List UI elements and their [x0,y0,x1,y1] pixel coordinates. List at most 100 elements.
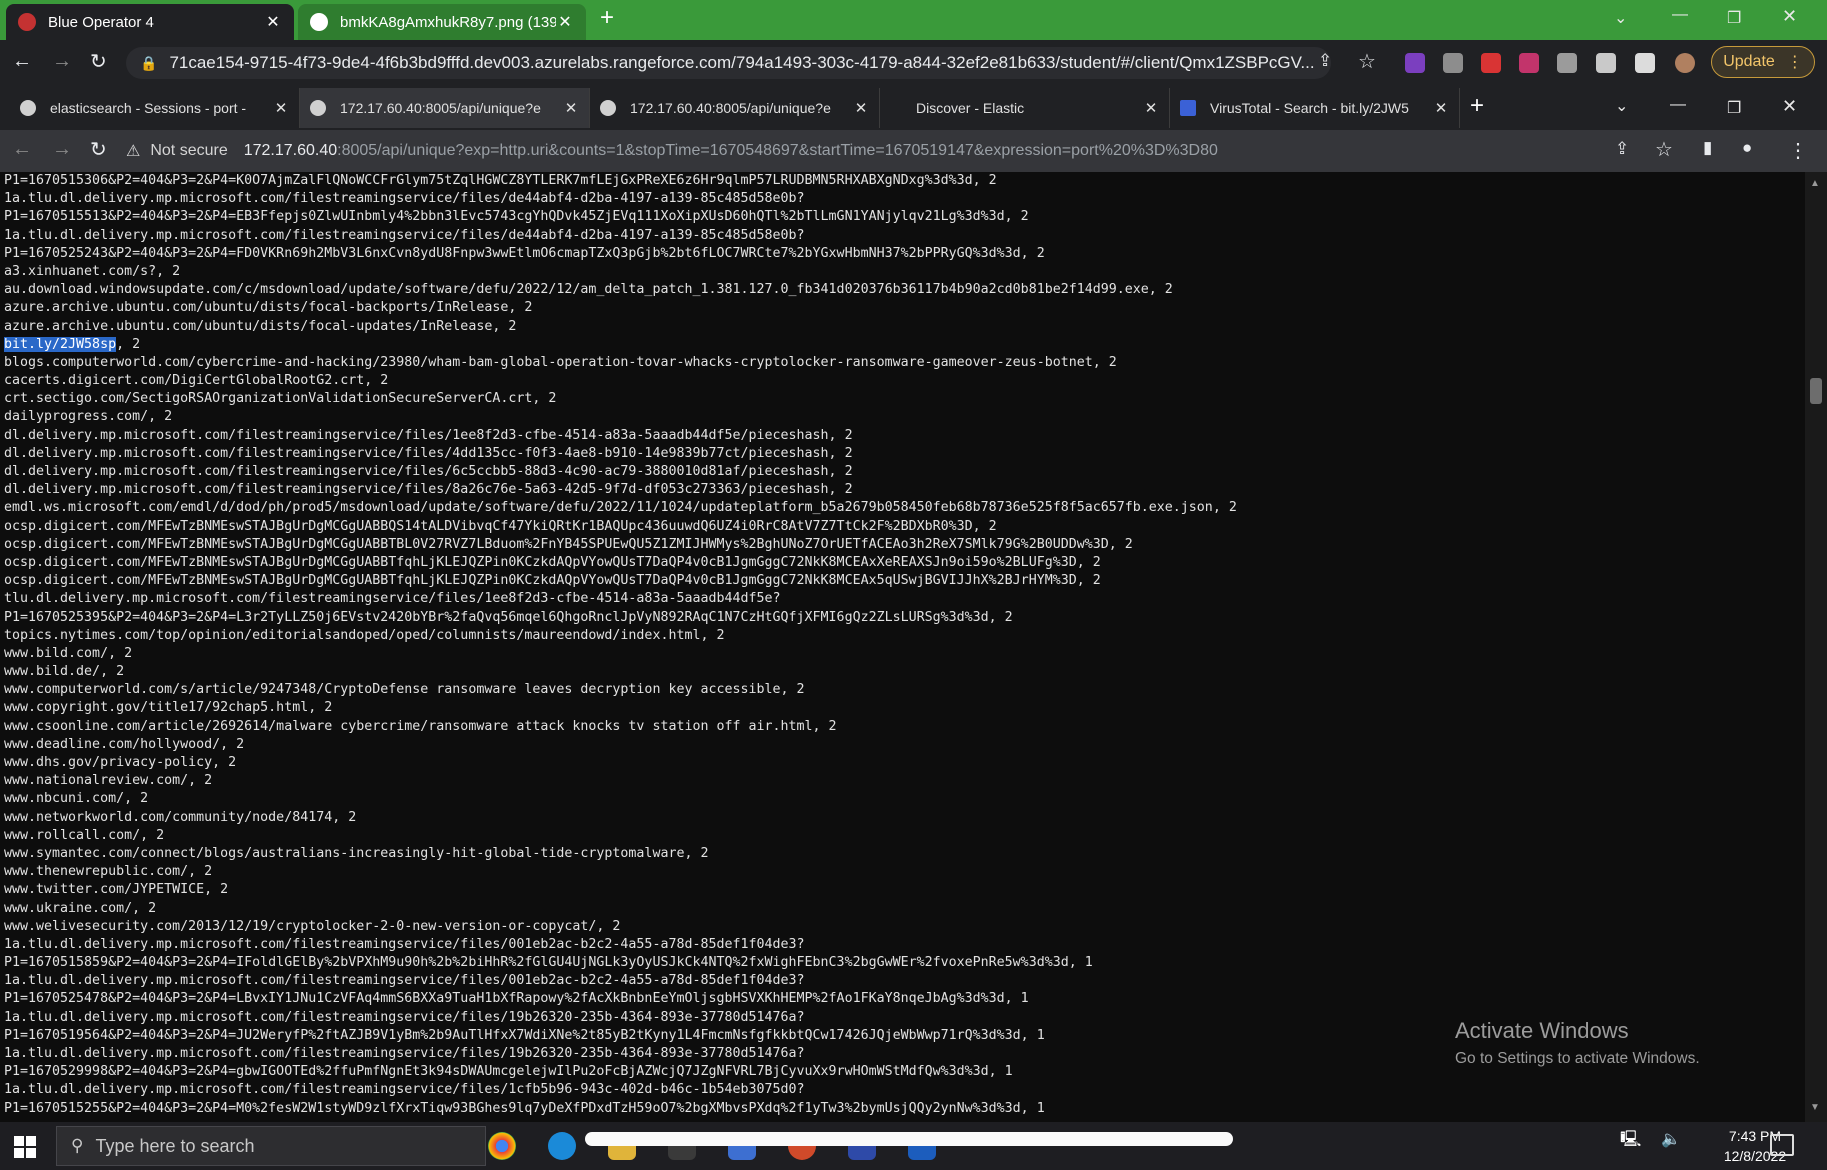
result-line: dl.delivery.mp.microsoft.com/filestreami… [4,482,853,498]
minimize-icon[interactable]: — [1672,6,1688,24]
new-tab-icon[interactable]: + [600,4,614,32]
watermark-title: Activate Windows [1455,1018,1629,1043]
reload-icon[interactable]: ↻ [90,49,107,74]
result-line: 1a.tlu.dl.delivery.mp.microsoft.com/file… [4,1082,805,1098]
chevron-down-icon[interactable]: ⌄ [1614,8,1627,28]
avatar[interactable] [1675,53,1695,73]
outer-tab-blue-operator[interactable]: Blue Operator 4 ✕ [6,4,294,40]
result-line: ocsp.digicert.com/MFEwTzBNMEswSTAJBgUrDg… [4,573,1101,589]
scroll-down-icon[interactable]: ▼ [1810,1102,1820,1113]
inner-address-bar[interactable]: ⚠ Not secure 172.17.60.40 :8005/api/uniq… [126,135,1686,167]
globe-icon [310,100,326,116]
result-line: www.welivesecurity.com/2013/12/19/crypto… [4,918,621,934]
back-icon[interactable]: ← [12,138,32,161]
result-line: bit.ly/2JW58sp, 2 [4,336,1237,354]
close-icon[interactable]: ✕ [273,99,289,117]
result-line: www.networkworld.com/community/node/8417… [4,809,357,825]
search-icon: ⚲ [71,1136,84,1155]
bookmark-star-icon[interactable]: ☆ [1655,137,1673,162]
edge-icon[interactable] [548,1132,576,1160]
close-window-icon[interactable]: ✕ [1782,6,1797,27]
close-icon[interactable]: ✕ [556,12,574,32]
result-line: www.nationalreview.com/, 2 [4,773,213,789]
inner-tab-title: elasticsearch - Sessions - port - [50,100,247,116]
result-line: P1=1670515859&P2=404&P3=2&P4=IFoldlGElBy… [4,955,1093,971]
chrome-icon[interactable] [488,1132,516,1160]
url-path: :8005/api/unique?exp=http.uri&counts=1&s… [337,142,1218,159]
side-panel-icon[interactable] [1635,53,1655,73]
puzzle-icon[interactable] [1596,53,1616,73]
windows-start-icon[interactable] [14,1136,36,1158]
outer-tab-image[interactable]: bmkKA8gAmxhukR8y7.png (139 ✕ [298,4,586,40]
result-line: azure.archive.ubuntu.com/ubuntu/dists/fo… [4,318,517,334]
watermark-subtitle: Go to Settings to activate Windows. [1455,1050,1700,1067]
extension-icon[interactable] [1443,53,1463,73]
outer-address-bar[interactable]: 🔒 71cae154-9715-4f73-9de4-4f6b3bd9fffd.d… [126,47,1331,79]
scroll-thumb[interactable] [1810,378,1822,404]
result-line: blogs.computerworld.com/cybercrime-and-h… [4,354,1117,370]
result-line: P1=1670515306&P2=404&P3=2&P4=K0O7AjmZalF… [4,173,997,188]
close-icon[interactable]: ✕ [563,99,579,117]
inner-tab-discover-elastic[interactable]: Discover - Elastic ✕ [880,88,1170,128]
forward-icon[interactable]: → [52,50,72,73]
result-line: 1a.tlu.dl.delivery.mp.microsoft.com/file… [4,1046,805,1061]
close-icon[interactable]: ✕ [1143,99,1159,117]
url-host: 172.17.60.40 [243,142,338,159]
more-vert-icon[interactable]: ⋮ [1788,138,1808,163]
share-icon[interactable]: ⇪ [1615,139,1629,159]
minimize-icon[interactable]: — [1670,96,1686,114]
extension-icon[interactable] [1481,53,1501,73]
bookmark-star-icon[interactable]: ☆ [1358,49,1376,74]
result-line: www.computerworld.com/s/article/9247348/… [4,682,805,698]
reload-icon[interactable]: ↻ [90,137,107,162]
chevron-down-icon[interactable]: ⌄ [1615,96,1628,116]
scrollbar[interactable]: ▲ ▼ [1805,172,1827,1122]
new-tab-icon[interactable]: + [1470,92,1484,120]
extension-icon[interactable] [1405,53,1425,73]
result-line: 1a.tlu.dl.delivery.mp.microsoft.com/file… [4,227,805,243]
notification-icon[interactable] [1770,1134,1794,1156]
result-line: www.bild.de/, 2 [4,664,125,680]
inner-tab-title: VirusTotal - Search - bit.ly/2JW5 [1210,100,1409,116]
forward-icon[interactable]: → [52,138,72,161]
inner-tab-elasticsearch[interactable]: elasticsearch - Sessions - port - ✕ [10,88,300,128]
result-line: P1=1670519564&P2=404&P3=2&P4=JU2WeryfP%2… [4,1027,1045,1043]
network-icon[interactable]: 🖳 [1620,1131,1641,1148]
inner-tab-virustotal[interactable]: VirusTotal - Search - bit.ly/2JW5 ✕ [1170,88,1460,128]
more-vert-icon: ⋮ [1786,54,1803,71]
result-line: dl.delivery.mp.microsoft.com/filestreami… [4,427,853,443]
taskbar-search-input[interactable]: ⚲ Type here to search [56,1126,486,1166]
not-secure-label: Not secure [150,142,228,159]
result-line: ocsp.digicert.com/MFEwTzBNMEswSTAJBgUrDg… [4,554,1101,570]
system-tray: 🖳 🔈 [1620,1128,1681,1155]
volume-icon[interactable]: 🔈 [1661,1131,1681,1148]
outer-tab-title: Blue Operator 4 [48,13,154,31]
scroll-up-icon[interactable]: ▲ [1810,178,1820,189]
back-icon[interactable]: ← [12,50,32,73]
result-line: www.copyright.gov/title17/92chap5.html, … [4,700,333,716]
inner-tab-unique-2[interactable]: 172.17.60.40:8005/api/unique?e ✕ [590,88,880,128]
result-line: dl.delivery.mp.microsoft.com/filestreami… [4,445,853,461]
extension-icon[interactable] [1557,53,1577,73]
inner-toolbar: ← → ↻ ⚠ Not secure 172.17.60.40 :8005/ap… [0,130,1827,172]
result-line: www.nbcuni.com/, 2 [4,791,149,807]
profile-icon[interactable]: ● [1742,138,1752,158]
close-icon[interactable]: ✕ [853,99,869,117]
result-line: ocsp.digicert.com/MFEwTzBNMEswSTAJBgUrDg… [4,518,997,534]
side-panel-icon[interactable]: ▮ [1703,138,1712,158]
outer-tab-bar: Blue Operator 4 ✕ bmkKA8gAmxhukR8y7.png … [0,0,1827,40]
result-line: www.dhs.gov/privacy-policy, 2 [4,755,237,770]
restore-icon[interactable]: ❐ [1727,8,1741,28]
result-line: www.ukraine.com/, 2 [4,900,157,916]
inner-tab-unique-1[interactable]: 172.17.60.40:8005/api/unique?e ✕ [300,88,590,128]
selected-text-highlight[interactable]: bit.ly/2JW58sp [4,336,117,352]
close-icon[interactable]: ✕ [264,12,282,32]
result-line: P1=1670515255&P2=404&P3=2&P4=M0%2fesW2W1… [4,1100,1045,1116]
close-icon[interactable]: ✕ [1433,99,1449,117]
share-icon[interactable]: ⇪ [1318,51,1332,71]
restore-icon[interactable]: ❐ [1727,98,1741,118]
update-button[interactable]: Update ⋮ [1711,46,1815,78]
close-window-icon[interactable]: ✕ [1782,96,1797,117]
result-line: 1a.tlu.dl.delivery.mp.microsoft.com/file… [4,1009,805,1025]
extension-icon[interactable] [1519,53,1539,73]
